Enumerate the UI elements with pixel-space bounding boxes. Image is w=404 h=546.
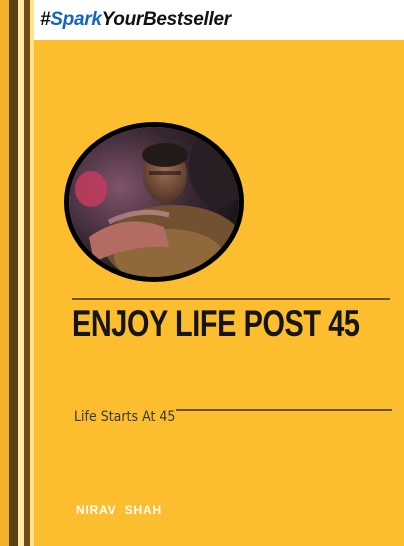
book-subtitle: Life Starts At 45	[74, 409, 176, 425]
tagline-spark: Spark	[50, 9, 102, 30]
spine-stripe	[0, 0, 9, 546]
tagline-hash: #	[40, 9, 51, 30]
photo-illustration	[69, 127, 239, 277]
author-name: NIRAV SHAH	[76, 503, 162, 517]
book-title: ENJOY LIFE POST 45	[72, 303, 360, 344]
tagline-rest: YourBestseller	[101, 9, 232, 30]
top-banner: #SparkYourBestseller	[34, 0, 404, 40]
author-photo	[64, 122, 244, 282]
spine-stripe	[9, 0, 18, 546]
spine-stripe	[30, 0, 34, 546]
title-rule	[72, 298, 390, 300]
book-cover: #SparkYourBestseller ENJOY LIFE POST 45 …	[0, 0, 404, 546]
spark-tagline: #SparkYourBestseller	[40, 9, 231, 31]
subtitle-rule	[176, 409, 392, 411]
